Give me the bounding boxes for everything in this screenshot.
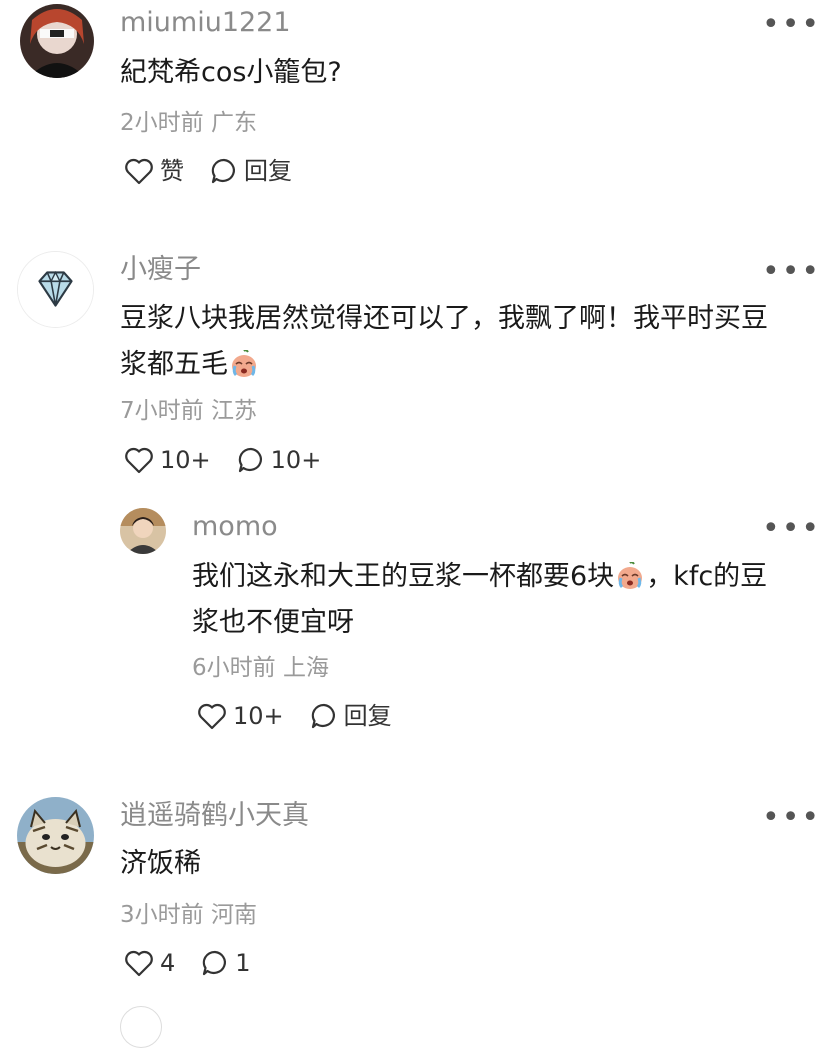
location: 江苏 bbox=[210, 398, 257, 424]
comment-text: 豆浆八块我居然觉得还可以了，我飘了啊！我平时买豆 浆都五毛 bbox=[120, 296, 768, 388]
crying-face-emoji bbox=[230, 350, 258, 378]
avatar[interactable] bbox=[17, 251, 94, 328]
location: 广东 bbox=[210, 110, 257, 136]
avatar[interactable] bbox=[17, 797, 94, 874]
timestamp: 6小时前 bbox=[192, 655, 276, 681]
comment-actions: 4 1 bbox=[124, 948, 277, 978]
timestamp: 2小时前 bbox=[120, 110, 204, 136]
avatar[interactable] bbox=[20, 4, 94, 78]
reply-button[interactable]: 回复 bbox=[210, 156, 292, 186]
reply-count: 10+ bbox=[270, 446, 322, 474]
comment-text: 我们这永和大王的豆浆一杯都要6块 ，kfc的豆 浆也不便宜呀 bbox=[192, 554, 767, 646]
more-options-icon[interactable]: ••• bbox=[762, 514, 821, 544]
comment-actions: 赞 回复 bbox=[124, 156, 318, 186]
comment-line-text: 浆都五毛 bbox=[120, 349, 228, 380]
comment-line: 豆浆八块我居然觉得还可以了，我飘了啊！我平时买豆 bbox=[120, 303, 768, 334]
reply-button[interactable]: 1 bbox=[201, 948, 251, 978]
username[interactable]: miumiu1221 bbox=[120, 6, 291, 40]
speech-bubble-icon bbox=[238, 447, 262, 473]
like-button[interactable]: 4 bbox=[124, 948, 175, 978]
comment-line: 浆也不便宜呀 bbox=[192, 607, 354, 638]
comment-meta: 2小时前 广东 bbox=[120, 108, 257, 138]
reply-button[interactable]: 10+ bbox=[237, 445, 322, 475]
username[interactable]: 小瘦子 bbox=[120, 253, 201, 287]
crying-face-emoji bbox=[616, 562, 644, 590]
like-button[interactable]: 10+ bbox=[124, 445, 211, 475]
reply-label: 回复 bbox=[343, 702, 392, 730]
location: 上海 bbox=[282, 655, 329, 681]
heart-outline-icon bbox=[125, 158, 153, 185]
like-button[interactable]: 10+ bbox=[197, 701, 284, 731]
speech-bubble-icon bbox=[311, 703, 335, 729]
comment-actions: 10+ 10+ bbox=[124, 445, 347, 475]
comment-meta: 7小时前 江苏 bbox=[120, 396, 257, 426]
comment-meta: 6小时前 上海 bbox=[192, 653, 329, 683]
comment-text: 紀梵希cos小籠包? bbox=[120, 50, 342, 96]
more-options-icon[interactable]: ••• bbox=[762, 10, 821, 40]
like-count: 10+ bbox=[160, 446, 211, 474]
reply-button[interactable]: 回复 bbox=[310, 701, 392, 731]
speech-bubble-icon bbox=[203, 950, 227, 976]
more-options-icon[interactable]: ••• bbox=[762, 803, 821, 833]
reply-label: 回复 bbox=[244, 157, 292, 185]
username[interactable]: momo bbox=[192, 510, 278, 544]
like-label: 赞 bbox=[160, 157, 184, 185]
avatar[interactable] bbox=[120, 508, 166, 554]
comment-meta: 3小时前 河南 bbox=[120, 900, 257, 930]
timestamp: 3小时前 bbox=[120, 902, 204, 928]
avatar[interactable] bbox=[120, 1006, 162, 1048]
comment-line: 紀梵希cos小籠包? bbox=[120, 57, 342, 88]
like-button[interactable]: 赞 bbox=[124, 156, 184, 186]
comment-line: 济饭稀 bbox=[120, 848, 201, 879]
like-count: 10+ bbox=[233, 702, 284, 730]
heart-outline-icon bbox=[125, 447, 153, 474]
comment-text: 济饭稀 bbox=[120, 841, 201, 887]
like-count: 4 bbox=[160, 949, 176, 977]
reply-count: 1 bbox=[235, 949, 251, 977]
username[interactable]: 逍遥骑鹤小天真 bbox=[120, 799, 309, 833]
comment-line: 浆都五毛 bbox=[120, 342, 768, 388]
more-options-icon[interactable]: ••• bbox=[762, 257, 821, 287]
timestamp: 7小时前 bbox=[120, 398, 204, 424]
speech-bubble-icon bbox=[211, 158, 235, 184]
heart-outline-icon bbox=[198, 703, 226, 730]
comment-line: 我们这永和大王的豆浆一杯都要6块 ，kfc的豆 bbox=[192, 554, 767, 600]
comment-line-text: ，kfc的豆 bbox=[646, 561, 768, 592]
comment-line-text: 我们这永和大王的豆浆一杯都要6块 bbox=[192, 561, 615, 592]
location: 河南 bbox=[210, 902, 257, 928]
heart-outline-icon bbox=[125, 950, 153, 977]
comment-actions: 10+ 回复 bbox=[197, 701, 418, 731]
